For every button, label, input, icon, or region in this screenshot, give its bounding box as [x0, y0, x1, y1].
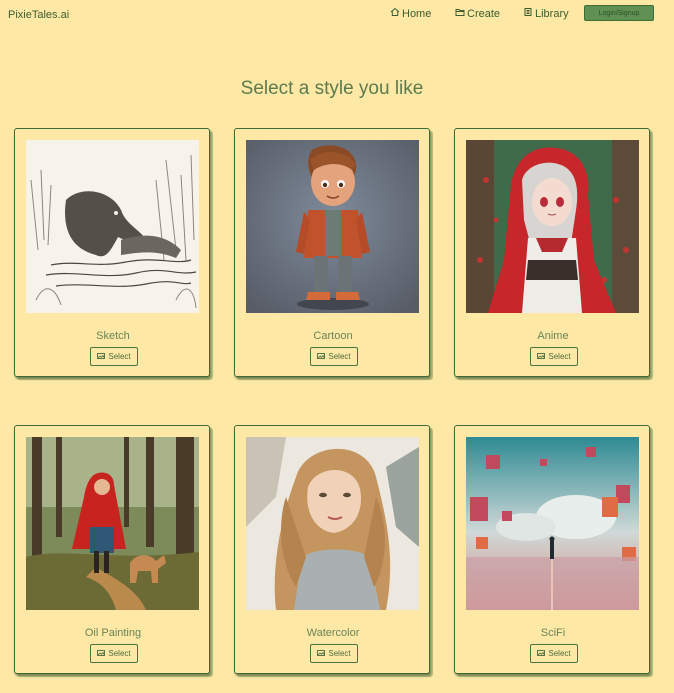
home-icon — [390, 7, 400, 20]
select-button[interactable]: Select — [530, 644, 578, 663]
nav-library-label: Library — [535, 7, 569, 20]
select-label: Select — [548, 352, 571, 361]
nav-library-link[interactable]: Library — [523, 7, 569, 20]
brand-logo[interactable]: PixieTales.ai — [8, 9, 69, 21]
style-card-sketch[interactable]: Sketch Select — [14, 128, 210, 377]
select-button[interactable]: Select — [310, 644, 358, 663]
select-button[interactable]: Select — [90, 347, 138, 366]
image-icon — [97, 649, 106, 658]
book-icon — [523, 7, 533, 20]
watercolor-thumbnail[interactable] — [246, 437, 419, 610]
select-button[interactable]: Select — [90, 644, 138, 663]
page-title: Select a style you like — [240, 78, 424, 99]
style-label: SciFi — [540, 627, 566, 639]
image-icon — [537, 649, 546, 658]
cartoon-thumbnail[interactable] — [246, 140, 419, 313]
scifi-thumbnail[interactable] — [466, 437, 639, 610]
style-card-scifi[interactable]: SciFi Select — [454, 425, 650, 674]
select-label: Select — [108, 649, 131, 658]
style-card-cartoon[interactable]: Cartoon Select — [234, 128, 430, 377]
image-icon — [317, 352, 326, 361]
style-label: Oil Painting — [84, 627, 142, 639]
select-label: Select — [328, 649, 351, 658]
nav-home-link[interactable]: Home — [390, 7, 431, 20]
style-label: Anime — [537, 330, 569, 342]
style-label: Watercolor — [306, 627, 360, 639]
anime-thumbnail[interactable] — [466, 140, 639, 313]
style-card-watercolor[interactable]: Watercolor Select — [234, 425, 430, 674]
select-label: Select — [108, 352, 131, 361]
select-label: Select — [548, 649, 571, 658]
oil-painting-thumbnail[interactable] — [26, 437, 199, 610]
style-card-anime[interactable]: Anime Select — [454, 128, 650, 377]
image-icon — [317, 649, 326, 658]
select-button[interactable]: Select — [310, 347, 358, 366]
nav-create-label: Create — [467, 7, 501, 20]
nav-create-link[interactable]: Create — [455, 7, 500, 20]
folder-icon — [455, 7, 465, 20]
style-label: Cartoon — [313, 330, 353, 342]
login-signup-button[interactable]: Login/Signup — [584, 5, 654, 21]
style-card-oil-painting[interactable]: Oil Painting Select — [14, 425, 210, 674]
sketch-thumbnail[interactable] — [26, 140, 199, 313]
select-button[interactable]: Select — [530, 347, 578, 366]
top-navigation-bar: PixieTales.ai Home Create Library Login/… — [0, 0, 674, 30]
style-label: Sketch — [96, 330, 130, 342]
image-icon — [97, 352, 106, 361]
image-icon — [537, 352, 546, 361]
select-label: Select — [328, 352, 351, 361]
nav-home-label: Home — [402, 7, 432, 20]
